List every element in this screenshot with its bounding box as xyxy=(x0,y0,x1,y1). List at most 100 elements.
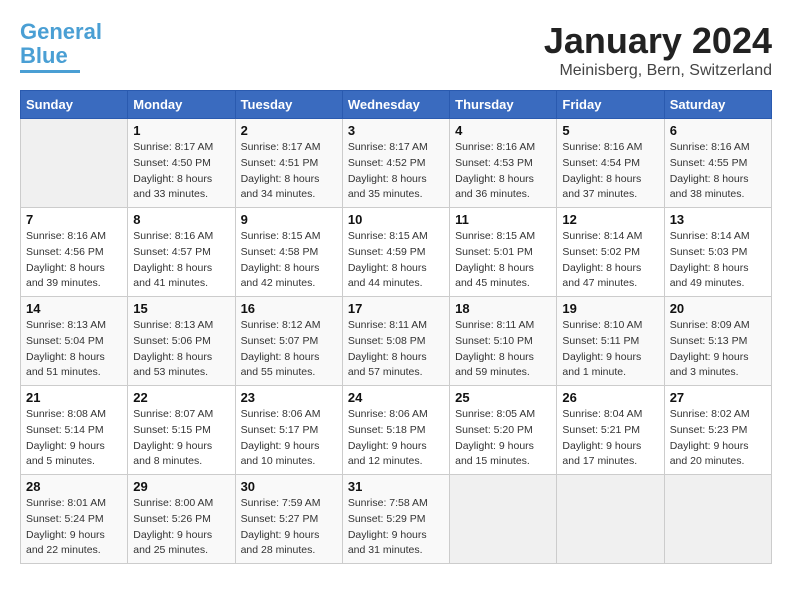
day-number: 31 xyxy=(348,479,444,494)
logo-blue: Blue xyxy=(20,43,68,68)
day-info: Sunrise: 8:17 AM Sunset: 4:51 PM Dayligh… xyxy=(241,140,337,203)
day-info: Sunrise: 8:05 AM Sunset: 5:20 PM Dayligh… xyxy=(455,407,551,470)
day-cell: 8 Sunrise: 8:16 AM Sunset: 4:57 PM Daylig… xyxy=(128,208,235,297)
day-number: 13 xyxy=(670,212,766,227)
header-cell-thursday: Thursday xyxy=(450,91,557,119)
calendar-body: 1Sunrise: 8:17 AM Sunset: 4:50 PM Daylig… xyxy=(21,119,772,564)
day-info: Sunrise: 8:15 AM Sunset: 4:58 PM Dayligh… xyxy=(241,229,337,292)
day-cell: 22Sunrise: 8:07 AM Sunset: 5:15 PM Dayli… xyxy=(128,386,235,475)
day-cell: 11Sunrise: 8:15 AM Sunset: 5:01 PM Dayli… xyxy=(450,208,557,297)
day-number: 27 xyxy=(670,390,766,405)
header-cell-saturday: Saturday xyxy=(664,91,771,119)
day-info: Sunrise: 8:14 AM Sunset: 5:03 PM Dayligh… xyxy=(670,229,766,292)
title-area: January 2024 Meinisberg, Bern, Switzerla… xyxy=(544,20,772,80)
day-cell: 23 Sunrise: 8:06 AM Sunset: 5:17 PM Dayli… xyxy=(235,386,342,475)
day-info: Sunrise: 8:16 AM Sunset: 4:55 PM Dayligh… xyxy=(670,140,766,203)
day-number: 29 xyxy=(133,479,229,494)
day-cell: 17 Sunrise: 8:11 AM Sunset: 5:08 PM Dayli… xyxy=(342,297,449,386)
day-number: 21 xyxy=(26,390,122,405)
day-cell xyxy=(557,475,664,564)
day-cell: 30 Sunrise: 7:59 AM Sunset: 5:27 PM Dayli… xyxy=(235,475,342,564)
calendar-subtitle: Meinisberg, Bern, Switzerland xyxy=(544,62,772,80)
week-row-2: 14 Sunrise: 8:13 AM Sunset: 5:04 PM Dayli… xyxy=(21,297,772,386)
week-row-3: 21 Sunrise: 8:08 AM Sunset: 5:14 PM Dayli… xyxy=(21,386,772,475)
day-number: 7 xyxy=(26,212,122,227)
day-info: Sunrise: 8:16 AM Sunset: 4:57 PM Dayligh… xyxy=(133,229,229,292)
day-cell: 16 Sunrise: 8:12 AM Sunset: 5:07 PM Dayli… xyxy=(235,297,342,386)
day-number: 28 xyxy=(26,479,122,494)
header-cell-wednesday: Wednesday xyxy=(342,91,449,119)
day-info: Sunrise: 8:06 AM Sunset: 5:18 PM Dayligh… xyxy=(348,407,444,470)
day-number: 2 xyxy=(241,123,337,138)
day-cell: 12 Sunrise: 8:14 AM Sunset: 5:02 PM Dayli… xyxy=(557,208,664,297)
day-number: 9 xyxy=(241,212,337,227)
day-cell: 26 Sunrise: 8:04 AM Sunset: 5:21 PM Dayli… xyxy=(557,386,664,475)
day-number: 19 xyxy=(562,301,658,316)
day-cell xyxy=(664,475,771,564)
day-info: Sunrise: 8:08 AM Sunset: 5:14 PM Dayligh… xyxy=(26,407,122,470)
day-number: 14 xyxy=(26,301,122,316)
day-number: 16 xyxy=(241,301,337,316)
day-cell: 5Sunrise: 8:16 AM Sunset: 4:54 PM Daylig… xyxy=(557,119,664,208)
day-number: 26 xyxy=(562,390,658,405)
day-cell: 21 Sunrise: 8:08 AM Sunset: 5:14 PM Dayli… xyxy=(21,386,128,475)
day-cell: 1Sunrise: 8:17 AM Sunset: 4:50 PM Daylig… xyxy=(128,119,235,208)
logo-underline xyxy=(20,70,80,73)
day-info: Sunrise: 8:14 AM Sunset: 5:02 PM Dayligh… xyxy=(562,229,658,292)
day-info: Sunrise: 8:00 AM Sunset: 5:26 PM Dayligh… xyxy=(133,496,229,559)
day-cell: 29 Sunrise: 8:00 AM Sunset: 5:26 PM Dayli… xyxy=(128,475,235,564)
calendar-table: SundayMondayTuesdayWednesdayThursdayFrid… xyxy=(20,90,772,564)
day-cell: 25 Sunrise: 8:05 AM Sunset: 5:20 PM Dayli… xyxy=(450,386,557,475)
day-number: 24 xyxy=(348,390,444,405)
day-number: 11 xyxy=(455,212,551,227)
day-number: 20 xyxy=(670,301,766,316)
day-info: Sunrise: 8:12 AM Sunset: 5:07 PM Dayligh… xyxy=(241,318,337,381)
logo-general: General xyxy=(20,19,102,44)
day-info: Sunrise: 8:11 AM Sunset: 5:08 PM Dayligh… xyxy=(348,318,444,381)
day-info: Sunrise: 8:10 AM Sunset: 5:11 PM Dayligh… xyxy=(562,318,658,381)
day-info: Sunrise: 8:16 AM Sunset: 4:56 PM Dayligh… xyxy=(26,229,122,292)
day-number: 6 xyxy=(670,123,766,138)
day-info: Sunrise: 8:04 AM Sunset: 5:21 PM Dayligh… xyxy=(562,407,658,470)
day-cell xyxy=(450,475,557,564)
day-number: 30 xyxy=(241,479,337,494)
header-cell-friday: Friday xyxy=(557,91,664,119)
day-number: 22 xyxy=(133,390,229,405)
day-number: 8 xyxy=(133,212,229,227)
day-info: Sunrise: 8:02 AM Sunset: 5:23 PM Dayligh… xyxy=(670,407,766,470)
day-number: 23 xyxy=(241,390,337,405)
day-info: Sunrise: 8:06 AM Sunset: 5:17 PM Dayligh… xyxy=(241,407,337,470)
header-cell-sunday: Sunday xyxy=(21,91,128,119)
calendar-title: January 2024 xyxy=(544,20,772,62)
day-info: Sunrise: 8:13 AM Sunset: 5:04 PM Dayligh… xyxy=(26,318,122,381)
day-cell: 15 Sunrise: 8:13 AM Sunset: 5:06 PM Dayli… xyxy=(128,297,235,386)
day-number: 12 xyxy=(562,212,658,227)
week-row-0: 1Sunrise: 8:17 AM Sunset: 4:50 PM Daylig… xyxy=(21,119,772,208)
day-number: 10 xyxy=(348,212,444,227)
day-cell: 13 Sunrise: 8:14 AM Sunset: 5:03 PM Dayli… xyxy=(664,208,771,297)
day-cell: 18Sunrise: 8:11 AM Sunset: 5:10 PM Dayli… xyxy=(450,297,557,386)
day-cell: 6 Sunrise: 8:16 AM Sunset: 4:55 PM Daylig… xyxy=(664,119,771,208)
week-row-4: 28Sunrise: 8:01 AM Sunset: 5:24 PM Dayli… xyxy=(21,475,772,564)
day-info: Sunrise: 8:17 AM Sunset: 4:50 PM Dayligh… xyxy=(133,140,229,203)
day-info: Sunrise: 8:11 AM Sunset: 5:10 PM Dayligh… xyxy=(455,318,551,381)
calendar-header: SundayMondayTuesdayWednesdayThursdayFrid… xyxy=(21,91,772,119)
week-row-1: 7 Sunrise: 8:16 AM Sunset: 4:56 PM Daylig… xyxy=(21,208,772,297)
header-row: SundayMondayTuesdayWednesdayThursdayFrid… xyxy=(21,91,772,119)
day-number: 25 xyxy=(455,390,551,405)
day-info: Sunrise: 8:13 AM Sunset: 5:06 PM Dayligh… xyxy=(133,318,229,381)
day-cell: 20 Sunrise: 8:09 AM Sunset: 5:13 PM Dayli… xyxy=(664,297,771,386)
day-cell: 31Sunrise: 7:58 AM Sunset: 5:29 PM Dayli… xyxy=(342,475,449,564)
day-info: Sunrise: 8:09 AM Sunset: 5:13 PM Dayligh… xyxy=(670,318,766,381)
day-cell: 24 Sunrise: 8:06 AM Sunset: 5:18 PM Dayli… xyxy=(342,386,449,475)
day-info: Sunrise: 8:16 AM Sunset: 4:54 PM Dayligh… xyxy=(562,140,658,203)
day-info: Sunrise: 7:59 AM Sunset: 5:27 PM Dayligh… xyxy=(241,496,337,559)
day-cell: 14 Sunrise: 8:13 AM Sunset: 5:04 PM Dayli… xyxy=(21,297,128,386)
day-cell: 27 Sunrise: 8:02 AM Sunset: 5:23 PM Dayli… xyxy=(664,386,771,475)
day-number: 15 xyxy=(133,301,229,316)
logo: General Blue xyxy=(20,20,102,73)
day-cell: 2 Sunrise: 8:17 AM Sunset: 4:51 PM Daylig… xyxy=(235,119,342,208)
header-cell-tuesday: Tuesday xyxy=(235,91,342,119)
day-number: 17 xyxy=(348,301,444,316)
day-info: Sunrise: 8:15 AM Sunset: 4:59 PM Dayligh… xyxy=(348,229,444,292)
